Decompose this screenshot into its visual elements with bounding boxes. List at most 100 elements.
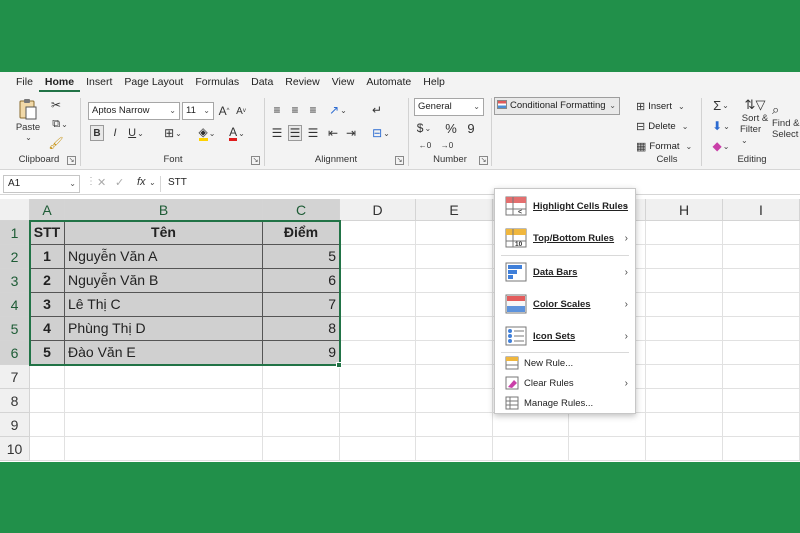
color-scales-item[interactable]: Color Scales ›	[495, 289, 635, 319]
table-cell[interactable]: Nguyễn Văn B	[65, 269, 263, 293]
fill-button[interactable]: ⬇ ⌄	[708, 118, 734, 134]
empty-cell[interactable]	[416, 293, 493, 317]
empty-cell[interactable]	[340, 293, 416, 317]
currency-button[interactable]: $ ⌄	[414, 120, 434, 136]
bottom-align-button[interactable]: ≡	[306, 102, 320, 118]
header-cell-diem[interactable]: Điểm	[263, 221, 340, 245]
new-rule-item[interactable]: New Rule...	[495, 353, 635, 373]
table-cell[interactable]: 7	[263, 293, 340, 317]
table-cell[interactable]: 3	[30, 293, 65, 317]
empty-cell[interactable]	[340, 245, 416, 269]
empty-cell[interactable]	[65, 437, 263, 461]
tab-file[interactable]: File	[10, 72, 39, 92]
autosum-button[interactable]: Σ ⌄	[708, 96, 734, 114]
empty-cell[interactable]	[263, 413, 340, 437]
data-bars-item[interactable]: Data Bars ›	[495, 257, 635, 287]
top-align-button[interactable]: ≡	[270, 102, 284, 118]
borders-button[interactable]: ⊞ ⌄	[160, 125, 186, 141]
empty-cell[interactable]	[723, 365, 800, 389]
enter-icon[interactable]: ✓	[115, 176, 124, 189]
empty-cell[interactable]	[646, 341, 723, 365]
clear-rules-item[interactable]: Clear Rules ›	[495, 373, 635, 393]
empty-cell[interactable]	[569, 413, 646, 437]
name-box[interactable]: A1 ⌄	[3, 175, 80, 193]
align-center-button[interactable]: ☰	[288, 125, 302, 141]
row-header-8[interactable]: 8	[0, 389, 30, 413]
grow-font-button[interactable]: A ^	[217, 102, 231, 120]
empty-cell[interactable]	[65, 389, 263, 413]
tab-help[interactable]: Help	[417, 72, 451, 92]
empty-cell[interactable]	[263, 437, 340, 461]
empty-cell[interactable]	[723, 269, 800, 293]
column-header-i[interactable]: I	[723, 199, 800, 221]
row-header-6[interactable]: 6	[0, 341, 30, 365]
comma-style-button[interactable]: 9	[464, 120, 478, 136]
empty-cell[interactable]	[340, 389, 416, 413]
tab-page-layout[interactable]: Page Layout	[118, 72, 189, 92]
empty-cell[interactable]	[416, 413, 493, 437]
font-size-select[interactable]: 11 ⌄	[182, 102, 214, 120]
increase-decimal-button[interactable]: ←0	[416, 138, 434, 152]
font-launcher-icon[interactable]: ↘	[251, 156, 260, 165]
empty-cell[interactable]	[340, 365, 416, 389]
table-cell[interactable]: Phùng Thị D	[65, 317, 263, 341]
tab-review[interactable]: Review	[279, 72, 325, 92]
row-header-3[interactable]: 3	[0, 269, 30, 293]
manage-rules-item[interactable]: Manage Rules...	[495, 393, 635, 413]
empty-cell[interactable]	[263, 389, 340, 413]
table-cell[interactable]: 8	[263, 317, 340, 341]
sort-filter-button[interactable]: ⇅▽ Sort & Filter ⌄	[740, 95, 770, 147]
formula-input[interactable]: STT	[168, 177, 187, 188]
font-name-select[interactable]: Aptos Narrow ⌄	[88, 102, 180, 120]
empty-cell[interactable]	[416, 317, 493, 341]
empty-cell[interactable]	[723, 389, 800, 413]
tab-home[interactable]: Home	[38, 72, 81, 92]
middle-align-button[interactable]: ≡	[288, 102, 302, 118]
row-header-7[interactable]: 7	[0, 365, 30, 389]
header-cell-ten[interactable]: Tên	[65, 221, 263, 245]
column-header-c[interactable]: C	[263, 199, 340, 221]
empty-cell[interactable]	[646, 221, 723, 245]
empty-cell[interactable]	[30, 437, 65, 461]
empty-cell[interactable]	[646, 317, 723, 341]
column-header-b[interactable]: B	[65, 199, 263, 221]
row-header-4[interactable]: 4	[0, 293, 30, 317]
column-header-a[interactable]: A	[30, 199, 65, 221]
empty-cell[interactable]	[646, 245, 723, 269]
empty-cell[interactable]	[569, 437, 646, 461]
table-cell[interactable]: Nguyễn Văn A	[65, 245, 263, 269]
find-select-button[interactable]: ⌕ Find & Select	[772, 95, 800, 147]
table-cell[interactable]: 9	[263, 341, 340, 365]
clipboard-launcher-icon[interactable]: ↘	[67, 156, 76, 165]
empty-cell[interactable]	[646, 389, 723, 413]
empty-cell[interactable]	[646, 293, 723, 317]
empty-cell[interactable]	[416, 245, 493, 269]
number-launcher-icon[interactable]: ↘	[479, 156, 488, 165]
paste-button[interactable]: Paste ⌄	[14, 98, 42, 142]
empty-cell[interactable]	[340, 341, 416, 365]
shrink-font-button[interactable]: Av	[234, 102, 248, 120]
empty-cell[interactable]	[416, 389, 493, 413]
copy-button[interactable]: ⧉ ⌄	[48, 116, 72, 132]
cancel-icon[interactable]: ✕	[97, 176, 106, 189]
empty-cell[interactable]	[30, 365, 65, 389]
orientation-button[interactable]: ↗ ⌄	[326, 102, 350, 118]
increase-indent-button[interactable]: ⇥	[344, 125, 358, 141]
column-header-e[interactable]: E	[416, 199, 493, 221]
insert-cells-button[interactable]: ⊞ Insert ⌄	[636, 98, 696, 114]
cut-button[interactable]: ✂	[48, 97, 64, 113]
decrease-indent-button[interactable]: ⇤	[326, 125, 340, 141]
header-cell-stt[interactable]: STT	[30, 221, 65, 245]
empty-cell[interactable]	[340, 269, 416, 293]
font-color-button[interactable]: A ⌄	[224, 125, 250, 141]
table-cell[interactable]: 5	[30, 341, 65, 365]
clear-button[interactable]: ◆ ⌄	[708, 138, 734, 154]
empty-cell[interactable]	[416, 365, 493, 389]
wrap-text-button[interactable]: ↵	[368, 102, 386, 118]
empty-cell[interactable]	[263, 365, 340, 389]
fill-color-button[interactable]: ◈ ⌄	[194, 125, 220, 141]
empty-cell[interactable]	[646, 437, 723, 461]
table-cell[interactable]: 5	[263, 245, 340, 269]
table-cell[interactable]: 2	[30, 269, 65, 293]
tab-view[interactable]: View	[326, 72, 361, 92]
